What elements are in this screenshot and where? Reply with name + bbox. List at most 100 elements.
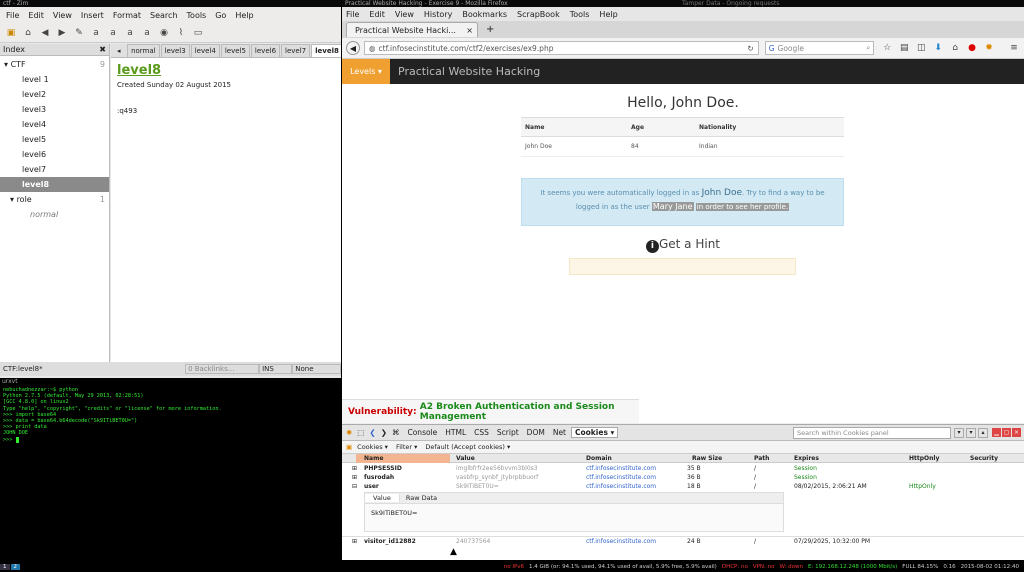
- tab-css[interactable]: CSS: [474, 428, 489, 437]
- expand-icon[interactable]: ⊞: [352, 473, 357, 482]
- ff-menu-tools[interactable]: Tools: [570, 10, 590, 19]
- pocket-icon[interactable]: ◫: [914, 41, 928, 55]
- terminal-window[interactable]: urxvt nebuchadnezzar:~$ python Python 2.7…: [0, 378, 341, 560]
- expand-icon[interactable]: ⊞: [352, 464, 357, 473]
- cookies-menu[interactable]: Cookies ▾: [357, 443, 388, 451]
- tabs-left-icon[interactable]: ◂: [114, 45, 124, 57]
- bold-icon[interactable]: a: [89, 26, 103, 40]
- col-header-security[interactable]: Security: [970, 454, 998, 463]
- cookies-search[interactable]: Search within Cookies panel: [793, 426, 951, 439]
- url-bar[interactable]: ◍ ctf.infosecinstitute.com/ctf2/exercises…: [363, 41, 759, 55]
- cookie-row[interactable]: user Sk9ITiBET0U= ctf.infosecinstitute.com…: [342, 482, 1024, 491]
- col-header-domain[interactable]: Domain: [586, 454, 612, 463]
- tab-level6[interactable]: level6: [250, 44, 281, 57]
- tab-level8[interactable]: level8: [311, 44, 341, 57]
- zim-menu-insert[interactable]: Insert: [81, 11, 104, 20]
- zim-menu-help[interactable]: Help: [235, 11, 253, 20]
- ff-menu-history[interactable]: History: [424, 10, 452, 19]
- pen-icon[interactable]: ✎: [72, 26, 86, 40]
- tree-item-level1[interactable]: level 1: [0, 72, 109, 87]
- expander-icon[interactable]: ▾: [4, 60, 8, 69]
- browser-tab[interactable]: Practical Website Hacki... ×: [346, 22, 478, 37]
- close-index-icon[interactable]: ✖: [99, 45, 106, 54]
- firebug-bug-icon[interactable]: ✹: [346, 428, 352, 437]
- close-tab-icon[interactable]: ×: [466, 26, 473, 35]
- command-icon[interactable]: ⌘: [392, 428, 400, 437]
- search-options-icon[interactable]: ▾: [954, 427, 964, 438]
- workspace-2[interactable]: 2: [10, 564, 20, 570]
- col-header-expires[interactable]: Expires: [794, 454, 819, 463]
- forward-arrow-icon[interactable]: ❯: [381, 428, 387, 437]
- forward-icon[interactable]: ▶: [55, 26, 69, 40]
- site-brand[interactable]: Practical Website Hacking: [398, 65, 540, 78]
- tree-item-ctf[interactable]: ▾ CTF 9: [0, 57, 109, 72]
- attach-icon[interactable]: ⌇: [174, 26, 188, 40]
- tree-item-level8[interactable]: level8: [0, 177, 109, 192]
- search-icon[interactable]: ⌕: [866, 43, 870, 53]
- col-header-name[interactable]: Name: [356, 454, 450, 463]
- back-arrow-icon[interactable]: ❮: [369, 428, 375, 437]
- ff-menu-help[interactable]: Help: [599, 10, 617, 19]
- zim-menu-go[interactable]: Go: [215, 11, 226, 20]
- search-next-icon[interactable]: ▾: [966, 427, 976, 438]
- hint-button[interactable]: i Get a Hint: [342, 237, 1024, 253]
- detail-tab-value[interactable]: Value: [365, 494, 400, 502]
- tab-normal[interactable]: normal: [127, 44, 160, 57]
- tab-net[interactable]: Net: [553, 428, 566, 437]
- ff-menu-bookmarks[interactable]: Bookmarks: [462, 10, 507, 19]
- home-icon[interactable]: ⌂: [21, 26, 35, 40]
- zim-menu-search[interactable]: Search: [150, 11, 177, 20]
- search-box[interactable]: G Google ⌕: [764, 41, 875, 55]
- strike-icon[interactable]: a: [140, 26, 154, 40]
- bookmarks-list-icon[interactable]: ▤: [897, 41, 911, 55]
- col-header-value[interactable]: Value: [456, 454, 475, 463]
- backlinks-button[interactable]: 0 Backlinks...: [185, 364, 260, 374]
- tab-level4[interactable]: level4: [190, 44, 220, 57]
- ff-menu-scrapbook[interactable]: ScrapBook: [517, 10, 560, 19]
- tree-item-level7[interactable]: level7: [0, 162, 109, 177]
- inspect-icon[interactable]: ⬚: [357, 428, 364, 437]
- ff-menu-view[interactable]: View: [395, 10, 414, 19]
- adblock-icon[interactable]: ●: [965, 41, 979, 55]
- cookie-row[interactable]: fusrodah vasbfrp_synbf_jtybrpbbuorf ctf.in…: [342, 473, 1024, 482]
- cookie-row[interactable]: PHPSESSID imglbfrfr2ee56bvvm3bl0s3 ctf.inf…: [342, 464, 1024, 473]
- ff-menu-edit[interactable]: Edit: [369, 10, 385, 19]
- reload-icon[interactable]: ↻: [747, 44, 753, 53]
- zim-menu-file[interactable]: File: [6, 11, 19, 20]
- back-button[interactable]: ◀: [346, 41, 360, 55]
- firebug-icon[interactable]: ✹: [982, 41, 996, 55]
- back-icon[interactable]: ◀: [38, 26, 52, 40]
- underline-icon[interactable]: a: [123, 26, 137, 40]
- col-header-rawsize[interactable]: Raw Size: [692, 454, 722, 463]
- tab-dom[interactable]: DOM: [527, 428, 545, 437]
- italic-icon[interactable]: a: [106, 26, 120, 40]
- tab-level7[interactable]: level7: [281, 44, 311, 57]
- notebook-icon[interactable]: ▣: [4, 26, 18, 40]
- col-header-path[interactable]: Path: [754, 454, 769, 463]
- search-prev-icon[interactable]: ▴: [978, 427, 988, 438]
- tree-item-level3[interactable]: level3: [0, 102, 109, 117]
- tree-item-level5[interactable]: level5: [0, 132, 109, 147]
- menu-icon[interactable]: ≡: [1007, 41, 1021, 55]
- tree-item-level2[interactable]: level2: [0, 87, 109, 102]
- tab-level5[interactable]: level5: [220, 44, 250, 57]
- status-style[interactable]: None: [292, 364, 341, 374]
- tab-html[interactable]: HTML: [445, 428, 466, 437]
- zim-menu-format[interactable]: Format: [113, 11, 141, 20]
- page-body[interactable]: :q493: [117, 107, 335, 115]
- tab-cookies[interactable]: Cookies ▾: [571, 427, 619, 438]
- cookie-row[interactable]: visitor_id12882 240737564 ctf.infosecinsti…: [342, 536, 1024, 545]
- download-icon[interactable]: ⬇: [931, 41, 945, 55]
- minimize-panel-icon[interactable]: ▁: [992, 428, 1001, 437]
- tree-item-level4[interactable]: level4: [0, 117, 109, 132]
- accept-cookies-menu[interactable]: Default (Accept cookies) ▾: [425, 443, 510, 451]
- tab-script[interactable]: Script: [497, 428, 519, 437]
- ff-menu-file[interactable]: File: [346, 10, 359, 19]
- eye-icon[interactable]: ◉: [157, 26, 171, 40]
- collapse-icon[interactable]: ⊟: [352, 482, 357, 491]
- filter-menu[interactable]: Filter ▾: [396, 443, 417, 451]
- col-header-httponly[interactable]: HttpOnly: [909, 454, 939, 463]
- detach-panel-icon[interactable]: ▢: [1002, 428, 1011, 437]
- close-panel-icon[interactable]: ×: [1012, 428, 1021, 437]
- tree-item-level6[interactable]: level6: [0, 147, 109, 162]
